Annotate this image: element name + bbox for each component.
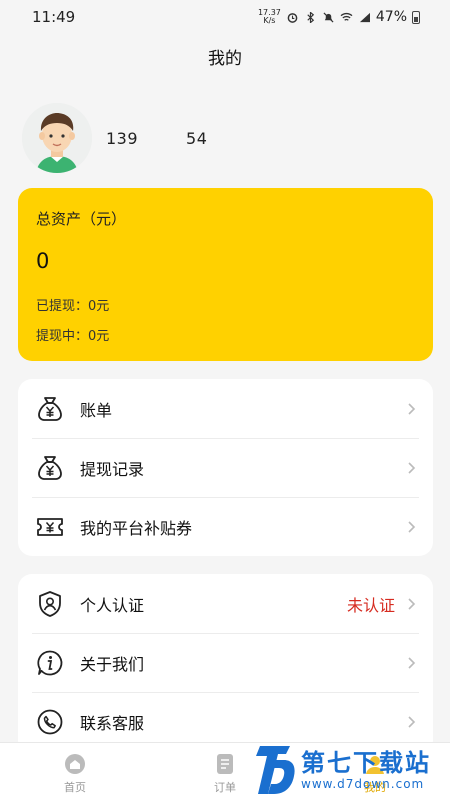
withdrawing-amount: 提现中：0元 — [36, 329, 110, 344]
money-bag-icon — [36, 395, 64, 423]
verification-status: 未认证 — [346, 595, 395, 615]
signal-icon — [359, 12, 370, 22]
coupon-icon — [36, 513, 64, 541]
mute-icon — [323, 11, 334, 23]
chevron-right-icon — [408, 402, 416, 415]
menu-item-withdraw-records[interactable]: 提现记录 — [18, 438, 433, 497]
phone-icon — [36, 708, 64, 736]
network-speed: 17.37 K/s — [257, 8, 281, 25]
menu-group-account: 个人认证 未认证 关于我们 联系客服 — [18, 574, 433, 754]
info-icon — [36, 649, 64, 677]
shield-user-icon — [36, 590, 64, 618]
phone-number: 139 54 — [106, 128, 208, 148]
menu-item-identity-verification[interactable]: 个人认证 未认证 — [18, 574, 433, 633]
wifi-icon — [340, 12, 353, 21]
money-bag-icon — [36, 454, 64, 482]
menu-item-about-us[interactable]: 关于我们 — [18, 633, 433, 692]
battery-percent: 47% — [375, 9, 407, 25]
chevron-right-icon — [408, 597, 416, 610]
bluetooth-icon — [307, 11, 315, 23]
menu-group-finance: 账单 提现记录 我的平台补贴券 — [18, 379, 433, 556]
withdrawn-amount: 已提现：0元 — [36, 299, 110, 314]
chevron-right-icon — [408, 715, 416, 728]
assets-total: 0 — [36, 249, 50, 273]
status-icons: 17.37 K/s 47% — [258, 9, 420, 25]
chevron-right-icon — [408, 461, 416, 474]
battery-icon — [412, 10, 420, 24]
order-icon — [217, 754, 233, 774]
menu-item-bill[interactable]: 账单 — [18, 379, 433, 438]
avatar[interactable] — [22, 103, 92, 173]
chevron-right-icon — [408, 520, 416, 533]
home-icon — [65, 754, 85, 774]
avatar-illustration — [22, 103, 92, 173]
watermark-logo: 第七下载站 www.d7down.com — [256, 744, 431, 796]
d7-logo-icon — [256, 746, 295, 794]
status-time: 11:49 — [32, 8, 76, 26]
menu-item-subsidy-coupons[interactable]: 我的平台补贴券 — [18, 497, 433, 556]
assets-card[interactable]: 总资产（元） 0 已提现：0元 提现中：0元 — [18, 188, 433, 361]
page-title: 我的 — [208, 49, 242, 69]
status-bar: 11:49 17.37 K/s 47% — [0, 0, 450, 34]
profile-section[interactable]: 139 54 — [22, 103, 207, 173]
alarm-icon — [287, 12, 298, 23]
chevron-right-icon — [408, 656, 416, 669]
watermark-url: www.d7down.com — [301, 777, 425, 791]
tab-home[interactable]: 首页 — [0, 743, 150, 800]
watermark-title: 第七下载站 — [301, 749, 431, 777]
assets-title: 总资产（元） — [36, 210, 127, 228]
